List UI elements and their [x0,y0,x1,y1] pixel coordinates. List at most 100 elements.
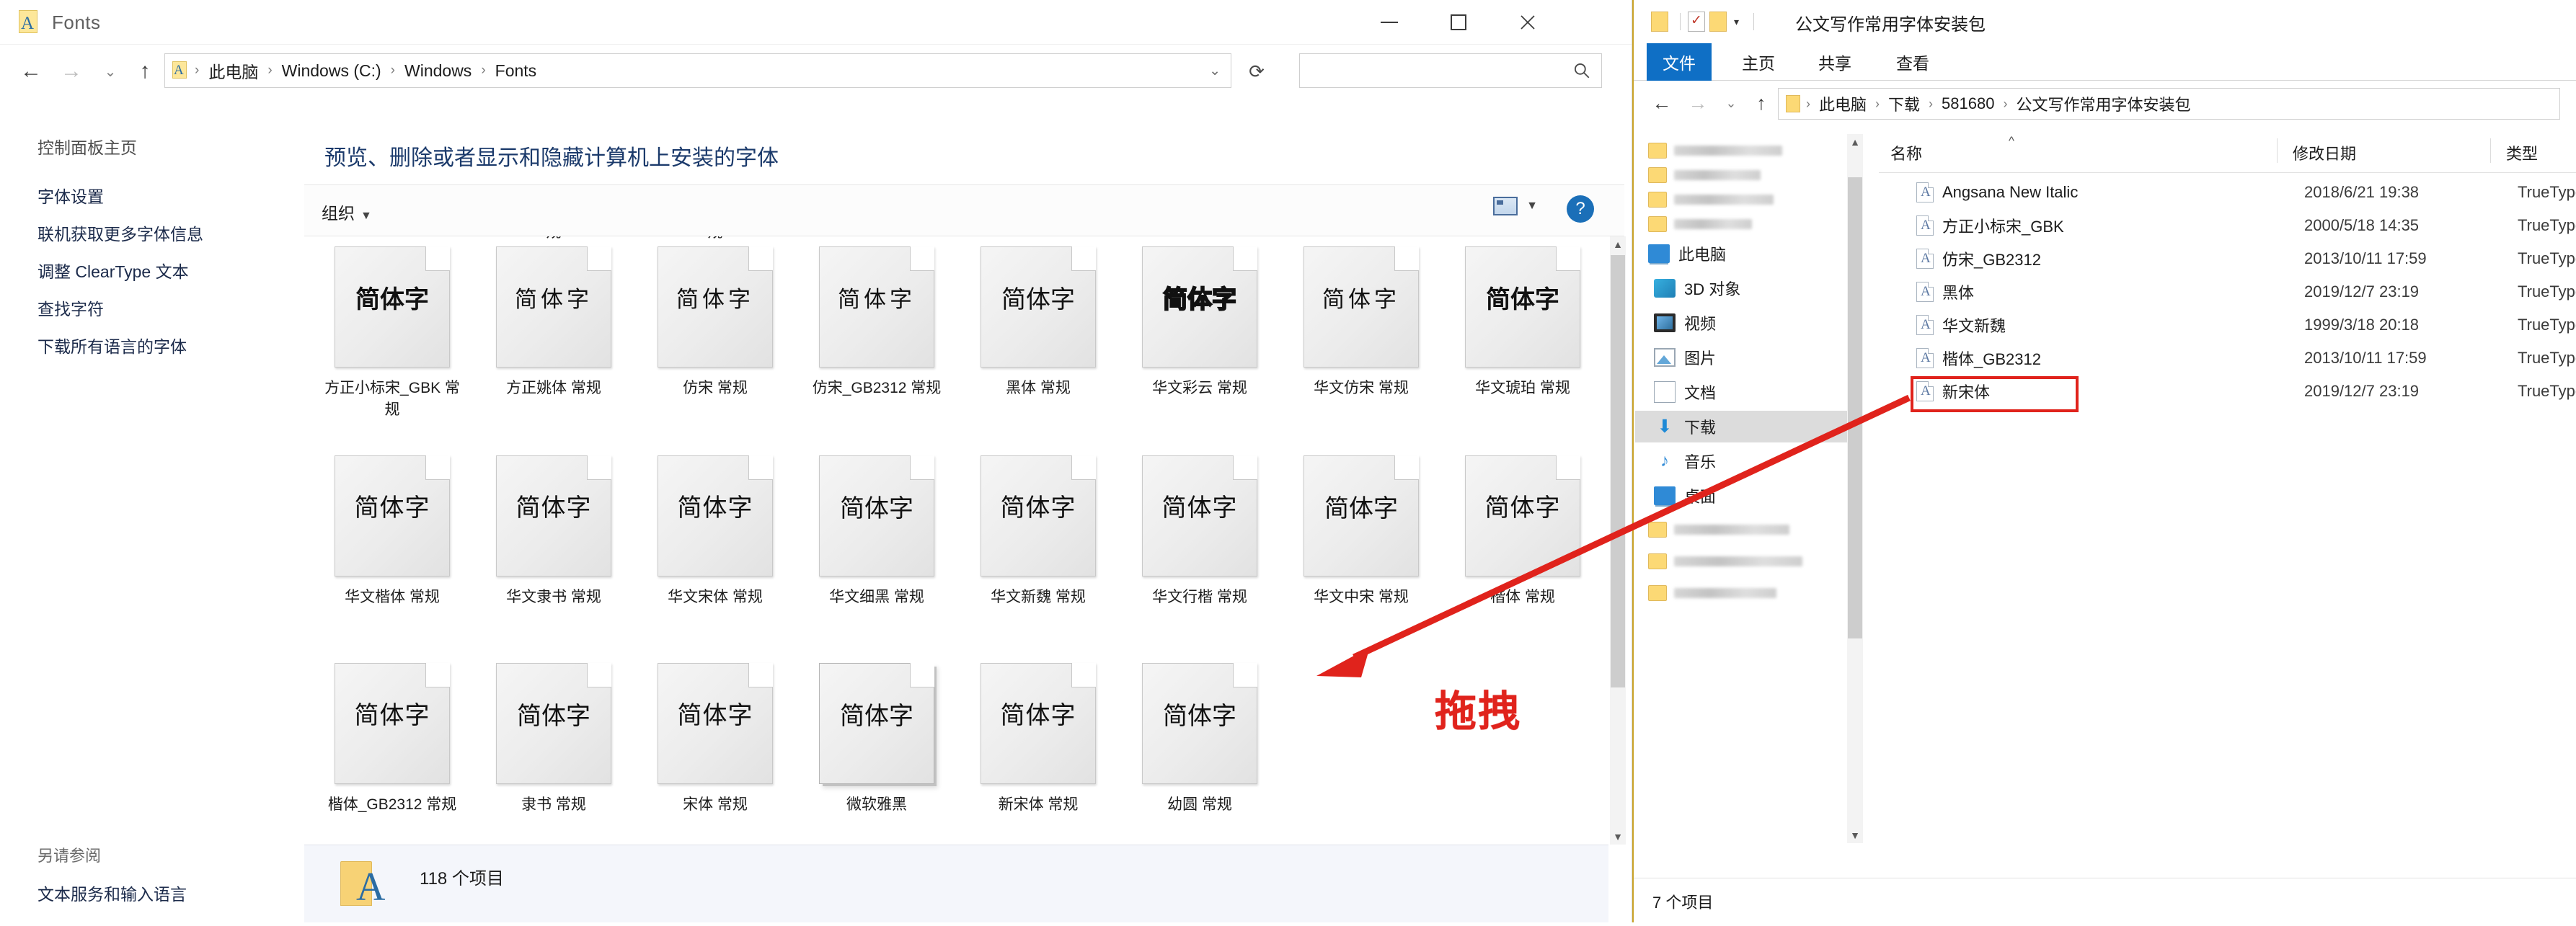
sidebar-item-documents[interactable]: 文档 [1648,376,1841,408]
list-item[interactable] [1648,517,1836,542]
sidebar-item-3d-objects[interactable]: 3D 对象 [1648,272,1841,304]
sidebar-item-get-font-info-online[interactable]: 联机获取更多字体信息 [37,221,203,245]
sidebar-item-music[interactable]: ♪ 音乐 [1648,445,1841,477]
font-preview-thumbnail[interactable]: 简体字 [1304,246,1419,368]
fonts-vertical-scrollbar[interactable]: ▲ ▼ [1610,236,1626,845]
file-name-cell[interactable]: 华文新魏 [1916,313,2006,337]
font-preview-thumbnail[interactable]: 简体字 [1465,455,1580,576]
scroll-up-icon[interactable]: ▲ [1610,236,1626,252]
new-folder-icon[interactable] [1709,12,1727,32]
breadcrumb-item-0[interactable]: 此电脑 [1816,92,1869,115]
scrollbar-thumb[interactable] [1611,255,1625,687]
font-preview-thumbnail[interactable]: 简体字 [1142,663,1257,784]
font-tile[interactable]: 简体字 华文行楷 常规 [1119,432,1280,608]
list-item[interactable] [1648,549,1836,574]
file-name-cell[interactable]: 楷体_GB2312 [1916,347,2041,370]
font-preview-thumbnail[interactable]: 简体字 [335,246,450,368]
scroll-down-icon[interactable]: ▼ [1610,829,1626,845]
font-preview-thumbnail[interactable]: 简体字 [1304,455,1419,576]
sidebar-item-downloads[interactable]: ⬇ 下载 [1635,411,1851,442]
file-name-cell[interactable]: 方正小标宋_GBK [1916,214,2064,237]
chevron-down-icon[interactable]: ⌄ [95,56,125,86]
sidebar-item-font-settings[interactable]: 字体设置 [37,183,104,208]
chevron-down-icon[interactable]: ⌄ [1209,63,1221,79]
search-box[interactable] [1299,53,1602,88]
tab-home[interactable]: 主页 [1726,43,1791,81]
font-preview-thumbnail[interactable]: 简体字 [981,455,1096,576]
forward-arrow-icon[interactable]: → [1684,89,1712,117]
properties-icon[interactable] [1688,12,1705,32]
font-tile[interactable]: 简体字 华文宋体 常规 [634,432,796,608]
list-item[interactable] [1648,212,1836,236]
font-tile[interactable]: 简体字 微软雅黑 [796,640,957,816]
font-tile[interactable]: 简体字 华文彩云 常规 [1119,236,1280,399]
table-row[interactable]: 楷体_GB2312 2013/10/11 17:59 TrueType [1879,342,2576,375]
sidebar-item-desktop[interactable]: 桌面 [1648,480,1841,512]
font-preview-thumbnail[interactable]: 简体字 [496,455,611,576]
sidebar-item-videos[interactable]: 视频 [1648,307,1841,339]
close-button[interactable] [1493,0,1562,45]
column-header-name[interactable]: 名称 [1890,141,1922,164]
font-preview-thumbnail[interactable]: 简体字 [658,663,773,784]
font-tile[interactable]: 简体字 华文仿宋 常规 [1280,236,1442,399]
forward-arrow-icon[interactable]: → [56,56,87,86]
tab-share[interactable]: 共享 [1802,43,1867,81]
view-options-button[interactable]: ▼ [1493,197,1538,215]
font-tile[interactable]: 简体字 华文楷体 常规 [311,432,473,608]
font-preview-thumbnail[interactable]: 简体字 [658,246,773,368]
scrollbar-thumb[interactable] [1848,177,1862,638]
font-tile[interactable]: 简体字 新宋体 常规 [957,640,1119,816]
table-row[interactable]: 仿宋_GB2312 2013/10/11 17:59 TrueType [1879,242,2576,275]
font-preview-thumbnail[interactable]: 简体字 [335,663,450,784]
font-preview-thumbnail[interactable]: 简体字 [819,246,934,368]
list-item[interactable] [1648,163,1836,187]
font-tile[interactable]: 简体字 华文隶书 常规 [473,432,634,608]
breadcrumb-item-2[interactable]: 581680 [1939,94,1997,113]
sidebar-item-download-all-language-fonts[interactable]: 下载所有语言的字体 [37,333,187,357]
search-input[interactable] [1300,54,1572,87]
font-tile[interactable]: 简体字 黑体 常规 [957,236,1119,399]
maximize-button[interactable] [1424,0,1493,45]
font-tile[interactable]: 简体字 华文细黑 常规 [796,432,957,608]
font-tile[interactable]: 简体字 幼圆 常规 [1119,640,1280,816]
tab-view[interactable]: 查看 [1880,43,1945,81]
sidebar-item-this-pc[interactable]: 此电脑 [1648,238,1841,270]
font-tile[interactable]: 简体字 仿宋_GB2312 常规 [796,236,957,399]
refresh-icon[interactable]: ⟳ [1241,56,1272,86]
font-preview-thumbnail[interactable]: 简体字 [1142,246,1257,368]
organize-button[interactable]: 组织 ▼ [322,200,372,224]
back-arrow-icon[interactable]: ← [16,56,46,86]
file-name-cell[interactable]: 黑体 [1916,280,1974,303]
sidebar-item-text-services-and-input-languages[interactable]: 文本服务和输入语言 [37,881,187,905]
file-name-cell[interactable]: 仿宋_GB2312 [1916,247,2041,270]
table-row[interactable]: 方正小标宋_GBK 2000/5/18 14:35 TrueType [1879,209,2576,242]
font-tile[interactable]: 规简体字仿宋 常规 [634,236,796,399]
list-item[interactable] [1648,581,1836,605]
font-preview-thumbnail[interactable]: 简体字 [496,246,611,368]
scroll-up-icon[interactable]: ▲ [1847,134,1863,150]
font-tile[interactable]: 简体字 楷体_GB2312 常规 [311,640,473,816]
folder-icon[interactable] [1651,12,1668,32]
address-bar[interactable]: A › 此电脑 › Windows (C:) › Windows › Fonts… [164,53,1231,88]
breadcrumb-item-2[interactable]: Windows [402,61,474,81]
breadcrumb-item-0[interactable]: 此电脑 [205,58,261,83]
sidebar-item-pictures[interactable]: 图片 [1648,342,1841,373]
back-arrow-icon[interactable]: ← [1648,89,1676,117]
font-preview-thumbnail[interactable]: 简体字 [981,246,1096,368]
sidebar-item-control-panel-home[interactable]: 控制面板主页 [37,134,137,159]
font-tile[interactable]: 简体字 华文琥珀 常规 [1442,236,1603,399]
breadcrumb-item-1[interactable]: Windows (C:) [279,61,384,81]
breadcrumb-item-3[interactable]: Fonts [492,61,540,81]
column-header-type[interactable]: 类型 [2489,138,2538,164]
breadcrumb-item-3[interactable]: 公文写作常用字体安装包 [2013,92,2193,115]
breadcrumb-item-1[interactable]: 下载 [1885,92,1923,115]
font-preview-thumbnail[interactable]: 简体字 [819,663,934,784]
column-header-date[interactable]: 修改日期 [2276,138,2356,164]
list-item[interactable] [1648,187,1836,212]
font-tile[interactable]: 简体字 楷体 常规 [1442,432,1603,608]
file-name-cell[interactable]: Angsana New Italic [1916,182,2078,202]
font-tile[interactable]: 简体字 宋体 常规 [634,640,796,816]
font-preview-thumbnail[interactable]: 简体字 [1465,246,1580,368]
scroll-down-icon[interactable]: ▼ [1847,827,1863,843]
font-tile[interactable]: 简体字 华文新魏 常规 [957,432,1119,608]
